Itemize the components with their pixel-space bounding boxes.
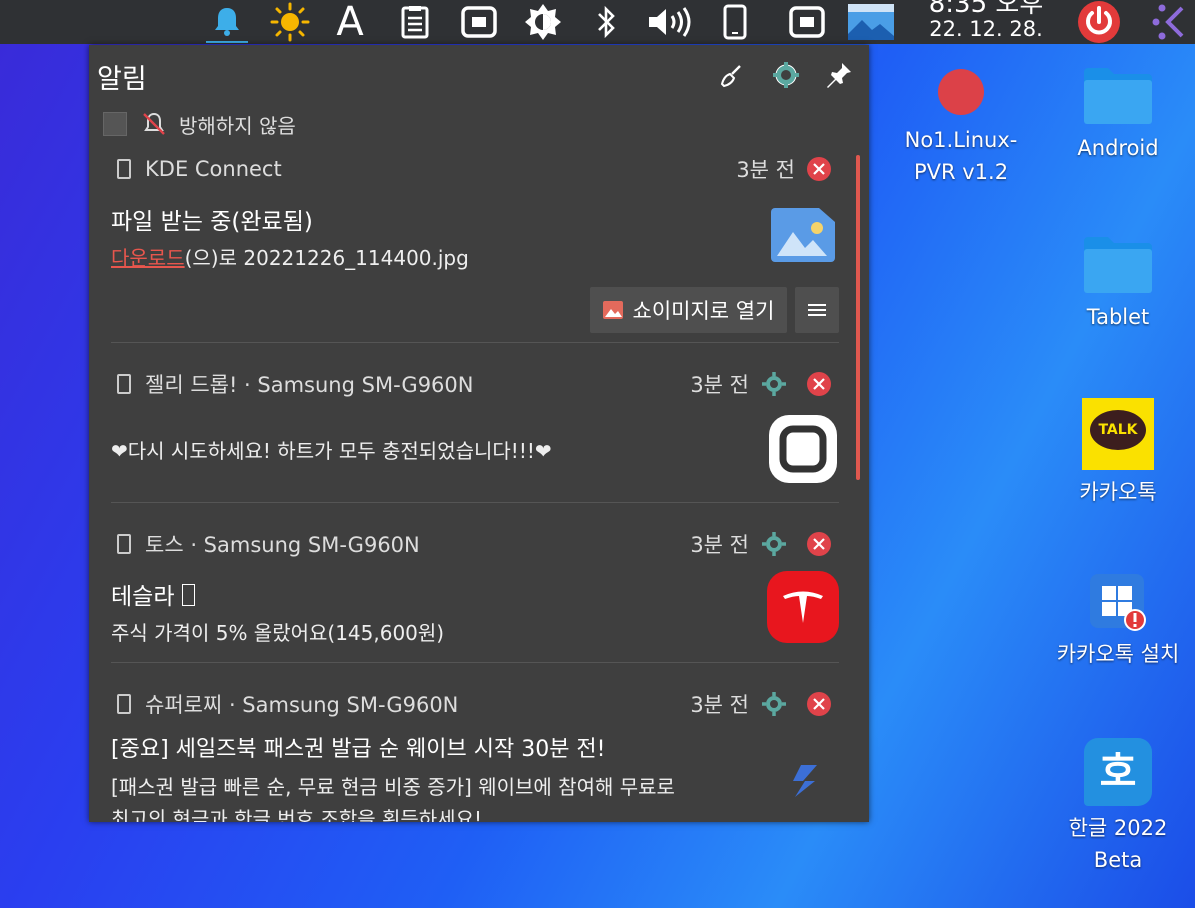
network-icon[interactable] bbox=[458, 0, 500, 44]
window-thumbnail-icon[interactable] bbox=[847, 0, 895, 44]
dnd-checkbox[interactable] bbox=[103, 112, 127, 136]
power-icon[interactable] bbox=[1074, 0, 1124, 44]
notification-app: KDE Connect bbox=[145, 157, 282, 181]
desktop-icon-android[interactable]: Android bbox=[1053, 66, 1183, 164]
separator bbox=[111, 662, 839, 663]
hamburger-menu-button[interactable] bbox=[795, 287, 839, 333]
bluetooth-icon[interactable] bbox=[590, 0, 622, 44]
popup-title: 알림 bbox=[97, 64, 147, 95]
network-wired-icon[interactable] bbox=[786, 0, 828, 44]
clear-all-icon[interactable] bbox=[715, 59, 747, 91]
top-panel: A 8:35 오후 22. 12. 28. bbox=[0, 0, 1195, 45]
desktop-icon-label: PVR v1.2 bbox=[913, 160, 1009, 184]
notification-time: 3분 전 bbox=[690, 373, 749, 397]
notification-time: 3분 전 bbox=[736, 158, 795, 182]
superroji-app-icon bbox=[787, 763, 823, 803]
notification-header: 토스 · Samsung SM-G960N 3분 전 bbox=[111, 529, 839, 559]
desktop-icon-label: Beta bbox=[1093, 848, 1143, 872]
dnd-label: 방해하지 않음 bbox=[179, 113, 296, 138]
notification-header: KDE Connect 3분 전 bbox=[111, 154, 839, 184]
notification-app: 슈퍼로찌 · Samsung SM-G960N bbox=[145, 693, 459, 717]
desktop-icon-no1linux-pvr[interactable]: No1.Linux- PVR v1.2 bbox=[896, 66, 1026, 188]
clipboard-icon[interactable] bbox=[394, 0, 436, 44]
clock-time: 8:35 오후 bbox=[928, 0, 1044, 19]
phone-icon bbox=[117, 159, 131, 179]
desktop-icon-label: No1.Linux- bbox=[904, 128, 1018, 152]
bell-off-icon bbox=[143, 112, 165, 135]
notification-header: 슈퍼로찌 · Samsung SM-G960N 3분 전 bbox=[111, 689, 839, 719]
folder-icon bbox=[1084, 237, 1152, 293]
notification-body: 다운로드(으)로 20221226_114400.jpg bbox=[111, 246, 469, 270]
clock[interactable]: 8:35 오후 22. 12. 28. bbox=[912, 0, 1060, 40]
notification-body: 주식 가격이 5% 올랐어요(145,600원) bbox=[111, 621, 445, 645]
desktop-icon-label: Android bbox=[1077, 136, 1159, 160]
close-icon[interactable] bbox=[807, 157, 831, 181]
gear-icon[interactable] bbox=[761, 531, 787, 557]
clock-date: 22. 12. 28. bbox=[929, 17, 1043, 41]
bell-icon[interactable] bbox=[204, 0, 250, 44]
desktop-icon-hangul-2022[interactable]: 호 한글 2022 Beta bbox=[1053, 738, 1183, 876]
desktop-icon-kakaotalk[interactable]: TALK 카카오톡 bbox=[1053, 398, 1183, 508]
notification-jellydrop: 젤리 드롭! · Samsung SM-G960N 3분 전 ❤다시 시도하세요… bbox=[111, 369, 839, 499]
folder-icon bbox=[1084, 68, 1152, 124]
notification-title: [중요] 세일즈북 패스권 발급 순 웨이브 시작 30분 전! bbox=[111, 737, 606, 762]
hangul-icon: 호 bbox=[1084, 738, 1152, 806]
notification-toss: 토스 · Samsung SM-G960N 3분 전 테슬라 주식 가격이 5%… bbox=[111, 529, 839, 659]
notification-title: 파일 받는 중(완료됨) bbox=[111, 209, 313, 235]
open-with-image-viewer-button[interactable]: 쇼이미지로 열기 bbox=[590, 287, 787, 333]
notification-app: 젤리 드롭! · Samsung SM-G960N bbox=[145, 373, 474, 397]
notification-kdeconnect: KDE Connect 3분 전 파일 받는 중(완료됨) 다운로드(으)로 2… bbox=[111, 154, 839, 349]
installer-icon bbox=[1090, 574, 1146, 631]
font-a-icon[interactable]: A bbox=[330, 0, 370, 45]
scrollbar[interactable] bbox=[856, 155, 860, 480]
gear-icon[interactable] bbox=[761, 691, 787, 717]
notification-popup: 알림 방해하지 않음 KDE Connect 3분 전 파일 받는 중(완료됨)… bbox=[89, 45, 869, 822]
phone-icon bbox=[117, 694, 131, 714]
separator bbox=[111, 502, 839, 503]
notification-time: 3분 전 bbox=[690, 533, 749, 557]
pin-icon[interactable] bbox=[823, 59, 855, 91]
kakaotalk-icon: TALK bbox=[1082, 398, 1154, 470]
notification-body: ❤다시 시도하세요! 하트가 모두 충전되었습니다!!!❤ bbox=[111, 439, 552, 463]
notification-body-line1: [패스권 발급 빠른 순, 무료 현금 비중 증가] 웨이브에 참여해 무료로 bbox=[111, 775, 675, 799]
desktop-icon-label: 카카오톡 설치 bbox=[1056, 642, 1180, 666]
desktop-icon-kakaotalk-setup[interactable]: 카카오톡 설치 bbox=[1053, 572, 1183, 670]
jellydrop-app-icon bbox=[767, 413, 839, 489]
download-link[interactable]: 다운로드 bbox=[111, 246, 185, 270]
sun-icon[interactable] bbox=[267, 0, 313, 44]
kakaotalk-badge: TALK bbox=[1090, 410, 1146, 450]
image-file-icon bbox=[771, 208, 835, 266]
brightness-icon[interactable] bbox=[521, 0, 565, 44]
desktop-icon-tablet[interactable]: Tablet bbox=[1053, 235, 1183, 333]
phone-icon bbox=[117, 374, 131, 394]
red-circle-icon bbox=[938, 69, 984, 115]
hamburger-icon bbox=[808, 304, 826, 316]
notification-time: 3분 전 bbox=[690, 693, 749, 717]
separator bbox=[111, 342, 839, 343]
notification-header: 젤리 드롭! · Samsung SM-G960N 3분 전 bbox=[111, 369, 839, 399]
app-launcher-icon[interactable] bbox=[1150, 0, 1190, 44]
notification-body-line2: 최고의 현금과 한글 번호 조합을 획득하세요! bbox=[111, 807, 483, 822]
notification-app: 토스 · Samsung SM-G960N bbox=[145, 533, 420, 557]
desktop-icon-label: Tablet bbox=[1086, 305, 1150, 329]
close-icon[interactable] bbox=[807, 532, 831, 556]
volume-icon[interactable] bbox=[645, 0, 693, 44]
phone-icon bbox=[117, 534, 131, 554]
settings-gear-icon[interactable] bbox=[770, 59, 802, 91]
desktop-icon-label: 한글 2022 bbox=[1068, 816, 1168, 840]
close-icon[interactable] bbox=[807, 372, 831, 396]
gear-icon[interactable] bbox=[761, 371, 787, 397]
close-icon[interactable] bbox=[807, 692, 831, 716]
notification-superroji: 슈퍼로찌 · Samsung SM-G960N 3분 전 [중요] 세일즈북 패… bbox=[111, 689, 839, 822]
desktop-icon-label: 카카오톡 bbox=[1079, 480, 1157, 504]
do-not-disturb-toggle[interactable]: 방해하지 않음 bbox=[103, 110, 296, 138]
notification-title: 테슬라 bbox=[111, 577, 195, 611]
phone-icon[interactable] bbox=[718, 0, 752, 44]
tesla-icon bbox=[767, 571, 839, 647]
